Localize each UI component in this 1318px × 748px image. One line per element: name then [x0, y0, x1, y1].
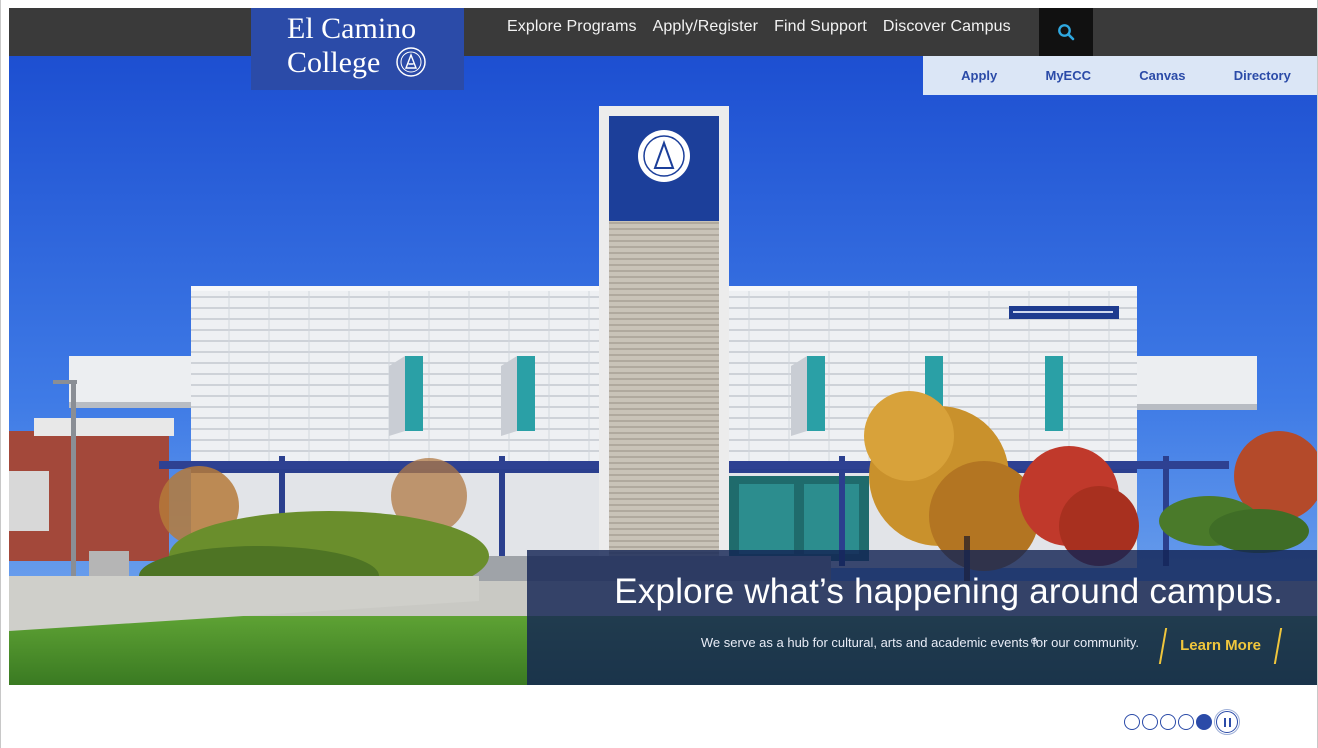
nav-apply-register[interactable]: Apply/Register	[653, 18, 758, 36]
logo-line-2: College	[287, 46, 381, 79]
college-logo[interactable]: El Camino College	[251, 8, 464, 90]
page-frame: Explore Programs Apply/Register Find Sup…	[0, 0, 1318, 748]
slider-controls	[1124, 709, 1240, 735]
quick-links-bar: Apply MyECC Canvas Directory	[923, 56, 1317, 95]
slide-dot-2[interactable]	[1142, 714, 1158, 730]
logo-line-1: El Camino	[287, 12, 417, 45]
hero-headline: Explore what’s happening around campus.	[614, 572, 1283, 611]
hero-caption: Explore what’s happening around campus. …	[527, 550, 1317, 685]
hero-subtext: We serve as a hub for cultural, arts and…	[700, 635, 1139, 650]
top-nav-bar: Explore Programs Apply/Register Find Sup…	[9, 8, 1317, 56]
slide-dot-4[interactable]	[1178, 714, 1194, 730]
slide-dot-1[interactable]	[1124, 714, 1140, 730]
main-nav: Explore Programs Apply/Register Find Sup…	[507, 8, 1011, 46]
pause-button[interactable]	[1214, 709, 1240, 735]
quicklink-canvas[interactable]: Canvas	[1139, 68, 1185, 83]
quicklink-directory[interactable]: Directory	[1234, 68, 1291, 83]
quicklink-myecc[interactable]: MyECC	[1046, 68, 1092, 83]
slide-dot-3[interactable]	[1160, 714, 1176, 730]
pause-icon	[1223, 717, 1226, 727]
learn-more-button[interactable]: Learn More	[1162, 628, 1279, 662]
logo-line-2-wrap: College	[287, 46, 464, 80]
slide-dot-5[interactable]	[1196, 714, 1212, 730]
hero-slide: Apply MyECC Canvas Directory Explore wha…	[9, 56, 1317, 685]
quicklink-apply[interactable]: Apply	[961, 68, 997, 83]
nav-discover-campus[interactable]: Discover Campus	[883, 18, 1011, 36]
college-seal-icon	[396, 47, 426, 77]
search-icon	[1058, 24, 1075, 41]
pause-icon-bar	[1228, 717, 1231, 727]
nav-find-support[interactable]: Find Support	[774, 18, 867, 36]
nav-explore-programs[interactable]: Explore Programs	[507, 18, 637, 36]
search-button[interactable]	[1039, 8, 1093, 56]
